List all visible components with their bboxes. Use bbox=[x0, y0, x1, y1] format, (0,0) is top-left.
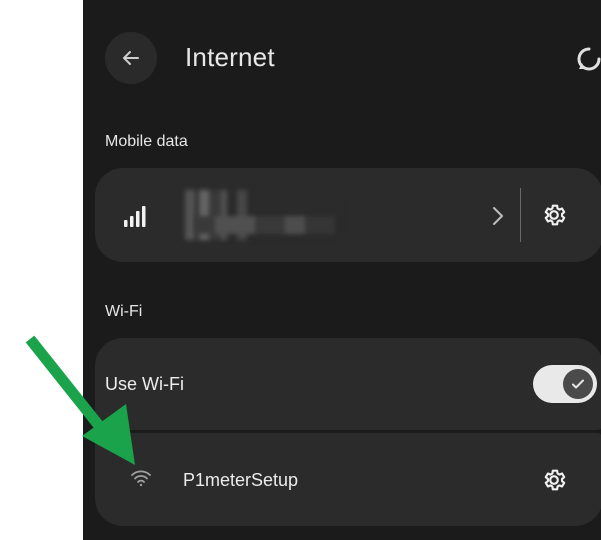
back-button[interactable] bbox=[105, 32, 157, 84]
internet-settings-screen: Internet Mobile data Wi-Fi Use Wi-Fi P1m… bbox=[83, 0, 601, 540]
vertical-divider bbox=[520, 188, 521, 242]
gear-icon[interactable] bbox=[541, 202, 567, 228]
mobile-data-section-label: Mobile data bbox=[105, 133, 188, 150]
network-name: P1meterSetup bbox=[183, 470, 299, 490]
wifi-icon bbox=[131, 470, 151, 487]
chevron-right-icon bbox=[493, 207, 503, 225]
back-arrow-icon bbox=[123, 51, 139, 65]
gear-icon[interactable] bbox=[541, 467, 567, 493]
toggle-knob bbox=[563, 369, 593, 399]
app-header: Internet bbox=[83, 0, 601, 118]
wifi-section-label: Wi-Fi bbox=[105, 303, 143, 320]
signal-bars-icon bbox=[124, 206, 146, 227]
use-wifi-label: Use Wi-Fi bbox=[105, 374, 184, 394]
refresh-icon[interactable] bbox=[577, 45, 601, 73]
page-title: Internet bbox=[185, 42, 275, 72]
check-icon bbox=[572, 379, 584, 389]
wifi-toggle[interactable] bbox=[533, 365, 597, 403]
carrier-status-redacted bbox=[195, 216, 335, 234]
network-row[interactable]: P1meterSetup bbox=[95, 433, 601, 526]
mobile-data-card[interactable] bbox=[95, 168, 601, 262]
use-wifi-row[interactable]: Use Wi-Fi bbox=[95, 338, 601, 430]
